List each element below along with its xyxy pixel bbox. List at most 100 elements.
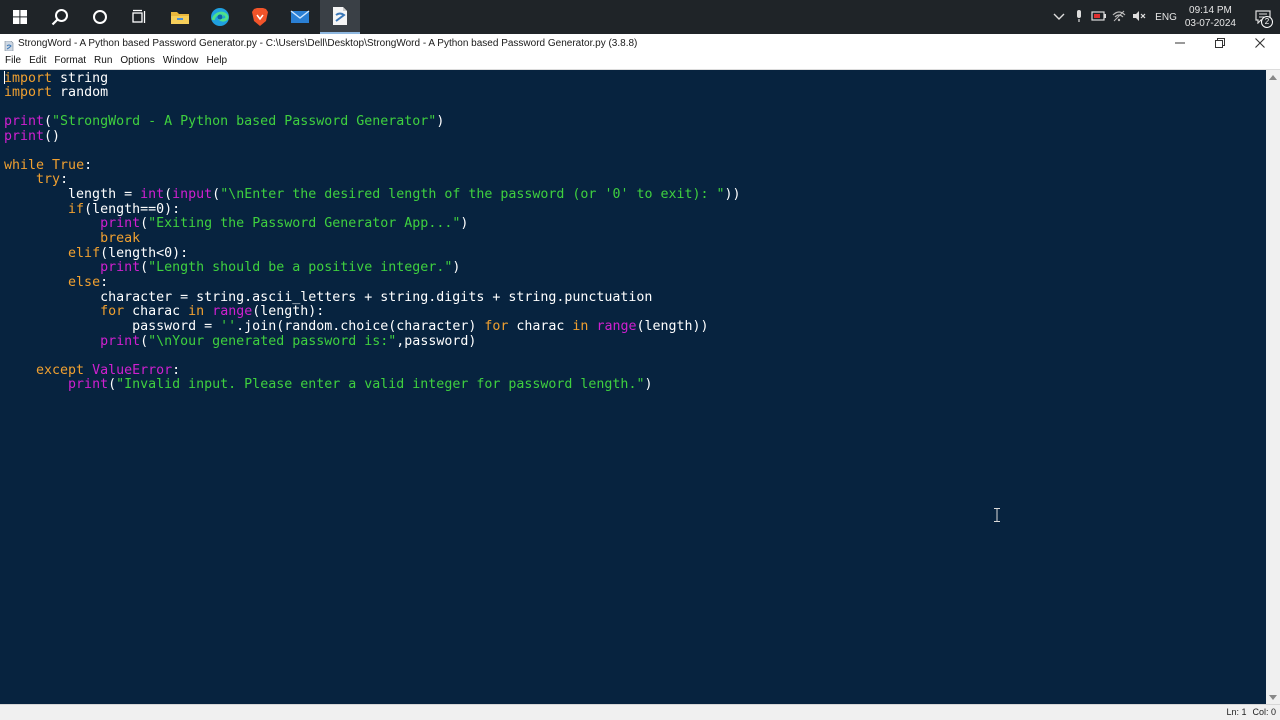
window-title: StrongWord - A Python based Password Gen… <box>18 37 638 49</box>
windows-start-icon[interactable] <box>0 0 40 34</box>
code-token: : <box>100 274 109 290</box>
file-explorer-icon[interactable] <box>160 0 200 34</box>
menu-edit[interactable]: Edit <box>25 55 50 66</box>
code-line[interactable]: print("Length should be a positive integ… <box>4 261 741 276</box>
code-token: ) <box>460 216 469 232</box>
code-line[interactable]: try: <box>4 173 741 188</box>
brave-browser-icon[interactable] <box>240 0 280 34</box>
code-line[interactable]: while True: <box>4 157 741 174</box>
code-token: range <box>212 304 253 320</box>
menu-file[interactable]: File <box>0 55 25 66</box>
code-line[interactable]: elif(length<0): <box>4 246 741 262</box>
chevron-up-icon[interactable] <box>1049 10 1069 24</box>
idle-python-icon[interactable] <box>320 0 360 34</box>
code-line[interactable] <box>4 144 741 159</box>
language-indicator[interactable]: ENG <box>1155 12 1177 23</box>
close-button[interactable] <box>1240 34 1280 52</box>
code-token: input <box>172 187 213 203</box>
cortana-icon[interactable] <box>80 0 120 34</box>
code-token: ( <box>108 377 117 393</box>
code-line[interactable]: import string <box>4 71 741 86</box>
code-line[interactable]: print("\nYour generated password is:",pa… <box>4 333 741 350</box>
code-token: for <box>484 318 509 334</box>
menu-options[interactable]: Options <box>116 55 158 66</box>
code-line[interactable] <box>4 349 741 364</box>
code-line[interactable]: except ValueError: <box>4 362 741 379</box>
search-icon[interactable] <box>40 0 80 34</box>
menu-window[interactable]: Window <box>159 55 203 66</box>
code-line[interactable] <box>4 100 741 115</box>
menu-help[interactable]: Help <box>202 55 231 66</box>
code-token: password = <box>4 318 221 334</box>
code-line[interactable]: print() <box>4 128 741 145</box>
notification-count-badge: 2 <box>1261 16 1273 28</box>
vertical-scrollbar[interactable] <box>1266 70 1280 704</box>
code-token: print <box>100 216 141 232</box>
code-line[interactable]: print("Exiting the Password Generator Ap… <box>4 217 741 232</box>
code-token: True <box>52 157 85 173</box>
mail-icon[interactable] <box>280 0 320 34</box>
code-editor[interactable]: import string import random print("Strong… <box>0 70 1266 704</box>
code-token: : <box>172 362 181 378</box>
minimize-button[interactable] <box>1160 34 1200 52</box>
code-token: for <box>100 304 125 320</box>
scroll-down-arrow-icon[interactable] <box>1266 690 1280 704</box>
code-line[interactable]: print("Invalid input. Please enter a val… <box>4 378 741 393</box>
code-token: ( <box>164 187 173 203</box>
scroll-up-arrow-icon[interactable] <box>1266 70 1280 84</box>
code-token: : <box>60 172 69 188</box>
code-token: (length==0): <box>84 201 181 217</box>
clock[interactable]: 09:14 PM 03-07-2024 <box>1185 4 1236 30</box>
code-token: in <box>188 304 205 320</box>
status-bar: Ln: 1 Col: 0 <box>0 704 1280 720</box>
code-token: '' <box>220 318 237 334</box>
window-controls <box>1160 34 1280 52</box>
window-title-bar[interactable]: StrongWord - A Python based Password Gen… <box>0 34 1280 52</box>
code-token: "Invalid input. Please enter a valid int… <box>116 377 645 393</box>
speaker-muted-icon[interactable] <box>1129 10 1149 25</box>
menu-format[interactable]: Format <box>50 55 90 66</box>
code-line[interactable]: for charac in range(length): <box>4 304 741 320</box>
battery-icon[interactable] <box>1089 10 1109 24</box>
code-token: print <box>4 113 45 129</box>
code-line[interactable]: password = ''.join(random.choice(charact… <box>4 318 741 335</box>
code-token: print <box>100 333 141 349</box>
code-token: ,password) <box>396 333 477 349</box>
microphone-icon[interactable] <box>1069 9 1089 26</box>
edge-browser-icon[interactable] <box>200 0 240 34</box>
code-token: try <box>36 172 61 188</box>
code-token: int <box>140 187 165 203</box>
code-line[interactable]: character = string.ascii_letters + strin… <box>4 290 741 306</box>
column-number: Col: 0 <box>1252 707 1276 717</box>
code-line[interactable]: length = int(input("\nEnter the desired … <box>4 187 741 203</box>
maximize-button[interactable] <box>1200 34 1240 52</box>
code-line[interactable]: if(length==0): <box>4 201 741 218</box>
code-line[interactable]: break <box>4 231 741 247</box>
code-token: ) <box>644 377 653 393</box>
code-line[interactable]: else: <box>4 274 741 291</box>
task-view-icon[interactable] <box>120 0 160 34</box>
notification-center-icon[interactable]: 2 <box>1246 0 1280 34</box>
code-token: if <box>68 201 85 217</box>
code-token: "Exiting the Password Generator App..." <box>148 216 461 232</box>
code-token: () <box>44 128 61 144</box>
code-token: print <box>68 377 109 393</box>
wifi-icon[interactable] <box>1109 10 1129 25</box>
code-line[interactable]: import random <box>4 85 741 101</box>
menu-run[interactable]: Run <box>90 55 116 66</box>
code-line[interactable]: print("StrongWord - A Python based Passw… <box>4 113 741 130</box>
code-token: print <box>4 128 45 144</box>
text-cursor-icon <box>993 508 1001 522</box>
code-token: except <box>36 362 85 378</box>
code-text[interactable]: import string import random print("Strong… <box>4 71 741 393</box>
